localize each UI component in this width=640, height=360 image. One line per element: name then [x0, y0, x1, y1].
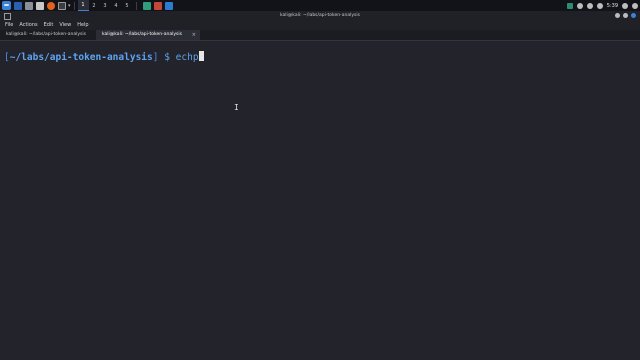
minimize-icon[interactable]: [615, 13, 620, 18]
notification-icon[interactable]: [586, 2, 593, 9]
text-cursor: [198, 51, 204, 61]
workspace-2[interactable]: 2: [89, 1, 100, 11]
menu-bar: File Actions Edit View Help: [0, 21, 640, 30]
battery-icon[interactable]: [596, 2, 603, 9]
workspace-switcher: 1 2 3 4 5: [77, 0, 133, 11]
top-panel: ▾ 1 2 3 4 5 5:39: [0, 0, 640, 11]
app-icon-2[interactable]: [153, 1, 162, 10]
workspace-1[interactable]: 1: [77, 0, 89, 11]
firefox-icon[interactable]: [47, 1, 55, 10]
window-controls: [615, 13, 636, 18]
workspace-4[interactable]: 4: [111, 1, 122, 11]
panel-separator: [135, 1, 137, 10]
lock-icon[interactable]: [622, 2, 628, 9]
network-icon[interactable]: [566, 2, 573, 9]
clock[interactable]: 5:39: [607, 3, 618, 9]
menu-edit[interactable]: Edit: [44, 21, 54, 30]
command-input[interactable]: echp: [176, 52, 199, 63]
text-editor-icon[interactable]: [36, 1, 44, 10]
workspace-5[interactable]: 5: [122, 1, 133, 11]
menu-actions[interactable]: Actions: [19, 21, 37, 30]
terminal-output[interactable]: [~/labs/api-token-analysis] $ echp: [0, 41, 630, 360]
menu-help[interactable]: Help: [77, 21, 88, 30]
prompt-path: ~/labs/api-token-analysis: [9, 52, 153, 63]
chevron-down-icon[interactable]: ▾: [68, 3, 71, 9]
scrollbar[interactable]: [630, 41, 640, 360]
panel-separator: [73, 1, 75, 10]
menu-file[interactable]: File: [5, 21, 13, 30]
tab-label: kali@kali: ~/labs/api-token-analysis: [102, 32, 182, 37]
menu-view[interactable]: View: [59, 21, 71, 30]
maximize-icon[interactable]: [623, 13, 628, 18]
tab-label: kali@kali: ~/labs/api-token-analysis: [6, 32, 86, 37]
workspace-3[interactable]: 3: [100, 1, 111, 11]
mouse-ibeam-icon: I: [234, 103, 239, 112]
system-tray: 5:39: [566, 0, 638, 11]
vscode-icon[interactable]: [164, 1, 173, 10]
prompt-line: [~/labs/api-token-analysis] $ echp: [4, 51, 204, 64]
terminal-tab-active[interactable]: kali@kali: ~/labs/api-token-analysis ×: [96, 30, 200, 40]
window-titlebar[interactable]: kali@kali: ~/labs/api-token-analysis: [0, 11, 640, 21]
terminal-tab[interactable]: kali@kali: ~/labs/api-token-analysis: [0, 30, 96, 40]
app-icon-1[interactable]: [142, 1, 151, 10]
prompt-bracket-close: ]: [152, 52, 159, 63]
files-icon[interactable]: [25, 1, 33, 10]
volume-icon[interactable]: [576, 2, 583, 9]
kali-menu-icon[interactable]: [2, 1, 11, 10]
close-icon[interactable]: [631, 13, 636, 18]
launcher: ▾: [0, 0, 71, 11]
tab-bar: kali@kali: ~/labs/api-token-analysis kal…: [0, 30, 640, 40]
show-desktop-icon[interactable]: [14, 1, 22, 10]
window-title: kali@kali: ~/labs/api-token-analysis: [280, 13, 360, 18]
terminal-icon[interactable]: [58, 1, 66, 10]
power-icon[interactable]: [632, 2, 638, 9]
close-tab-icon[interactable]: ×: [192, 30, 196, 40]
prompt-dollar: $: [164, 52, 170, 63]
window-menu-icon[interactable]: [4, 13, 11, 20]
